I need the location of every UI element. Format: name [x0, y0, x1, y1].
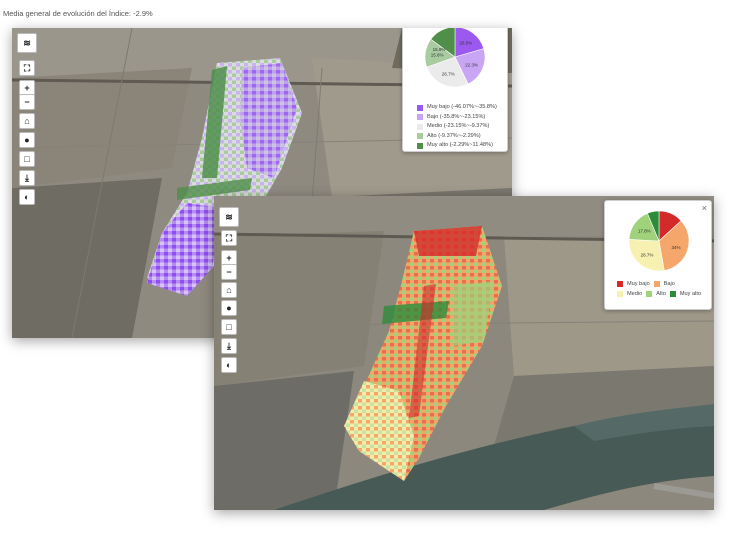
chart-toggle-button[interactable]: ◐	[221, 357, 237, 373]
legend-list-index: Muy bajo Bajo Medio Alto Muy alto	[617, 281, 707, 301]
legend-label: Alto	[656, 291, 666, 297]
legend-swatch	[617, 281, 623, 287]
draw-rectangle-button[interactable]: □	[19, 151, 35, 167]
chart-toggle-button[interactable]: ◐	[19, 189, 35, 205]
close-icon[interactable]: ×	[702, 203, 707, 213]
fullscreen-button[interactable]: ⛶	[221, 230, 237, 246]
legend-label: Alto (-9.37%~-2.29%)	[427, 132, 481, 139]
marker-button[interactable]: ●	[221, 300, 237, 316]
map-panel-index[interactable]: ≋ ⛶ + − ⌂ ● □ ⤓ ◐ × 34% 28.7% 17.8% Muy ba…	[214, 196, 714, 510]
legend-list-evolution: Muy bajo (-46.07%~-35.8%) Bajo (-35.8%~-2…	[417, 103, 497, 151]
pie-slice-label: 22.3%	[465, 62, 478, 67]
legend-entry[interactable]: Bajo (-35.8%~-23.15%)	[417, 113, 497, 123]
legend-entry[interactable]: Muy alto	[669, 291, 702, 297]
download-button[interactable]: ⤓	[19, 170, 35, 186]
legend-swatch	[653, 281, 660, 287]
legend-swatch	[417, 123, 423, 130]
legend-label: Medio (-23.15%~-9.37%)	[427, 123, 490, 129]
legend-label: Bajo (-35.8%~-23.15%)	[427, 113, 486, 120]
home-button[interactable]: ⌂	[19, 113, 35, 129]
legend-label: Muy alto (-2.29%~11.48%)	[427, 142, 493, 148]
legend-swatch	[669, 291, 676, 297]
legend-label: Medio	[627, 291, 643, 297]
legend-swatch	[617, 291, 623, 297]
pie-slice-label: 26.7%	[442, 72, 455, 77]
legend-entry[interactable]: Muy alto (-2.29%~11.48%)	[417, 141, 497, 151]
legend-entry[interactable]: Medio	[617, 291, 642, 297]
average-evolution-caption: Media general de evolución del Índice: -…	[3, 9, 153, 18]
legend-label: Muy alto	[679, 291, 702, 297]
pie-chart-evolution: 20.5% 22.3% 26.7% 15.6%15.9%	[424, 28, 486, 88]
legend-swatch	[417, 133, 423, 140]
pie-slice-label: 20.5%	[459, 41, 472, 46]
layers-button[interactable]: layers-icon≋	[17, 33, 37, 53]
legend-swatch	[646, 291, 653, 297]
legend-entry[interactable]: Muy bajo (-46.07%~-35.8%)	[417, 103, 497, 113]
legend-entry[interactable]: Alto (-9.37%~-2.29%)	[417, 132, 497, 142]
pie-slice-label: 17.8%	[638, 229, 651, 234]
home-button[interactable]: ⌂	[221, 282, 237, 298]
legend-swatch	[417, 114, 423, 121]
legend-label: Bajo	[663, 281, 675, 287]
legend-entry[interactable]: Alto	[646, 291, 666, 297]
pie-slice-label: 15.6%	[431, 52, 444, 57]
legend-swatch	[417, 104, 423, 111]
pie-slice-label: 34%	[672, 245, 681, 250]
legend-label: Muy bajo (-46.07%~-35.8%)	[427, 104, 497, 110]
legend-entry[interactable]: Muy bajo	[617, 281, 650, 287]
pie-slice-label: 28.7%	[641, 252, 654, 257]
download-button[interactable]: ⤓	[221, 338, 237, 354]
legend-swatch	[417, 142, 423, 149]
legend-entry[interactable]: Medio (-23.15%~-9.37%)	[417, 122, 497, 132]
pie-chart-index: 34% 28.7% 17.8%	[628, 210, 690, 272]
fullscreen-button[interactable]: ⛶	[19, 60, 35, 76]
legend-entry[interactable]: Bajo	[653, 281, 675, 287]
pie-slice-label: 15.9%	[433, 47, 446, 52]
zoom-out-button[interactable]: −	[19, 94, 35, 110]
legend-popup-evolution: × 20.5%22.3%26.7%15.6%15.9% Muy bajo (-4…	[402, 28, 508, 152]
legend-popup-index: × 34% 28.7% 17.8% Muy bajo Bajo Medio Alto Muy…	[604, 200, 712, 310]
zoom-out-button[interactable]: −	[221, 264, 237, 280]
layers-button[interactable]: ≋	[219, 207, 239, 227]
legend-label: Muy bajo	[627, 281, 650, 287]
draw-rectangle-button[interactable]: □	[221, 319, 237, 335]
marker-button[interactable]: ●	[19, 132, 35, 148]
